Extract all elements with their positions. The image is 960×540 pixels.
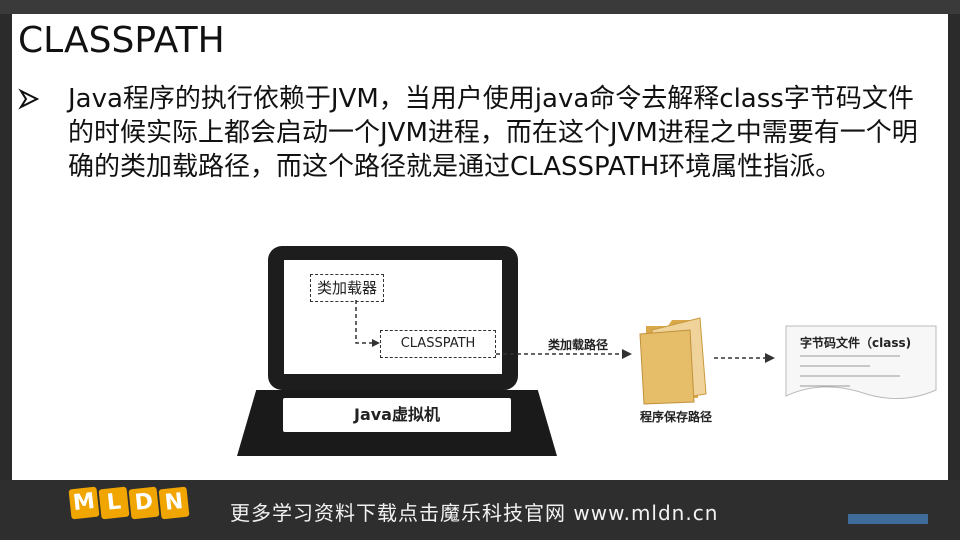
logo-letter: L	[98, 486, 130, 520]
bullet-text: Java程序的执行依赖于JVM，当用户使用java命令去解释class字节码文件…	[68, 84, 918, 182]
logo-letter: D	[128, 486, 160, 520]
jvm-label: Java虚拟机	[354, 405, 440, 424]
footer-accent-bar	[848, 514, 928, 524]
class-load-path-label: 类加载路径	[548, 338, 609, 352]
logo-letter: N	[158, 486, 190, 520]
frame-top	[0, 0, 960, 14]
classpath-box: CLASSPATH	[380, 330, 496, 358]
class-loader-box: 类加载器	[310, 274, 384, 302]
bytecode-file-label: 字节码文件（class)	[800, 336, 912, 350]
program-save-path-label: 程序保存路径	[640, 410, 713, 424]
laptop-screen	[268, 246, 518, 390]
slide-title: CLASSPATH	[18, 20, 225, 61]
mldn-logo: MLDN	[68, 486, 190, 520]
bullet: Java程序的执行依赖于JVM，当用户使用java命令去解释class字节码文件…	[18, 82, 928, 184]
logo-letter: M	[68, 486, 100, 520]
footer-link-text[interactable]: 更多学习资料下载点击魔乐科技官网 www.mldn.cn	[230, 497, 718, 526]
bullet-arrow-icon	[18, 88, 40, 110]
